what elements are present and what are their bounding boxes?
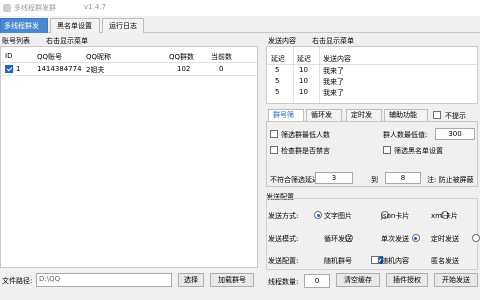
tab-blacklist[interactable]: 黑名单设置 <box>50 18 100 33</box>
style-timed-label: 定时发送 <box>431 235 459 243</box>
col-id: ID <box>5 52 13 60</box>
delay-from-input[interactable]: 3 <box>315 172 353 184</box>
col-delay-1: 延迟 <box>271 55 285 63</box>
choose-button[interactable]: 选择 <box>178 273 204 287</box>
thread-count-label: 线程数量: <box>268 278 299 286</box>
tab-log[interactable]: 运行日志 <box>102 18 144 33</box>
filter-panel: 筛选群最低人数 群人数最低值: 300 检查群是否禁言 筛选黑名单设置 不符合筛… <box>266 121 478 187</box>
blacklist-label: 筛选黑名单设置 <box>394 147 443 155</box>
tab-group-filter[interactable]: 群号筛选 <box>268 109 304 130</box>
no-tip-checkbox[interactable] <box>433 111 441 119</box>
row-delay-min: 5 <box>275 66 280 74</box>
col-groups: QQ群数 <box>169 53 195 61</box>
send-content-table[interactable]: 延迟 延迟 发送内容 5 10 我来了 5 10 我来了 5 10 我来了 <box>266 46 478 104</box>
row-id: 1 <box>16 65 21 73</box>
row-text: 我来了 <box>323 78 344 86</box>
anonymous-label: 匿名发送 <box>431 257 459 265</box>
send-style-label: 发送模式: <box>268 235 299 243</box>
list-item[interactable]: 5 10 我来了 <box>267 76 477 87</box>
row-qq: 1414384774 <box>37 65 82 73</box>
mode-xml-label: xml卡片 <box>431 212 458 220</box>
window-title: 多线程群发群 <box>14 4 56 12</box>
list-item[interactable]: 5 10 我来了 <box>267 87 477 98</box>
send-content-label: 发送内容 <box>268 37 296 45</box>
load-groups-button[interactable]: 加载群号 <box>210 273 254 287</box>
check-banned-checkbox[interactable] <box>270 146 278 154</box>
style-single-label: 单次发送 <box>381 235 409 243</box>
min-members-value-label: 群人数最低值: <box>383 131 428 139</box>
account-list-label: 账号列表 <box>2 37 30 45</box>
no-tip-label: 不提示 <box>445 112 466 120</box>
start-send-button[interactable]: 开始发送 <box>434 273 478 287</box>
style-single-radio[interactable] <box>411 234 420 242</box>
path-input[interactable]: D:\QQ <box>36 273 172 287</box>
thread-count-input[interactable]: 0 <box>304 274 330 288</box>
row-current: 0 <box>219 65 224 73</box>
account-list-hint: 右击显示菜单 <box>46 37 88 45</box>
random-content-checkbox[interactable] <box>371 256 379 264</box>
row-delay-min: 5 <box>275 88 280 96</box>
row-delay-max: 10 <box>299 77 308 85</box>
app-icon <box>3 4 11 12</box>
send-mode-label: 发送方式: <box>268 212 299 220</box>
delay-to-input[interactable]: 8 <box>385 172 421 184</box>
row-text: 我来了 <box>323 67 344 75</box>
style-timed-radio[interactable] <box>472 234 480 242</box>
delay-to-label: 到 <box>371 176 378 184</box>
row-delay-max: 10 <box>299 66 308 74</box>
min-members-input[interactable]: 300 <box>435 128 475 140</box>
tab-timed-send[interactable]: 定时发送 <box>346 109 382 130</box>
plugin-auth-button[interactable]: 插件授权 <box>386 273 428 287</box>
row-delay-min: 5 <box>275 77 280 85</box>
send-content-hint: 右击显示菜单 <box>312 37 354 45</box>
col-delay-2: 延迟 <box>297 55 311 63</box>
table-row[interactable]: 1 1414384774 2姐夫 102 0 <box>1 63 257 75</box>
row-groups: 102 <box>177 65 191 73</box>
filter-note: 注: 防止被屏蔽 <box>427 176 474 184</box>
col-qq: QQ账号 <box>37 53 63 61</box>
version-label: v1.4.7 <box>84 3 106 11</box>
check-banned-label: 检查群是否禁言 <box>281 147 330 155</box>
min-members-checkbox[interactable] <box>270 130 278 138</box>
send-setting-label: 发送配置: <box>268 257 299 265</box>
style-loop-label: 循环发送 <box>324 235 352 243</box>
blacklist-checkbox[interactable] <box>383 146 391 154</box>
clear-cache-button[interactable]: 清空缓存 <box>336 273 380 287</box>
tab-assist[interactable]: 辅助功能 <box>384 109 428 121</box>
row-nick: 2姐夫 <box>86 66 105 74</box>
title-bar <box>0 0 480 16</box>
random-content-label: 随机内容 <box>381 257 409 265</box>
mode-json-label: json卡片 <box>381 212 410 220</box>
row-delay-max: 10 <box>299 88 308 96</box>
account-table[interactable]: ID QQ账号 QQ昵称 QQ群数 当前数 1 1414384774 2姐夫 1… <box>0 46 258 268</box>
row-checkbox[interactable] <box>5 65 13 73</box>
col-content: 发送内容 <box>323 55 351 63</box>
mode-text-image-radio[interactable] <box>314 211 322 219</box>
min-members-label: 筛选群最低人数 <box>281 131 330 139</box>
list-item[interactable]: 5 10 我来了 <box>267 65 477 76</box>
col-current: 当前数 <box>211 53 232 61</box>
row-text: 我来了 <box>323 89 344 97</box>
tab-loop-send[interactable]: 循环发送 <box>306 109 342 130</box>
tab-mass-send[interactable]: 多线程群发群 <box>0 18 48 44</box>
path-label: 文件路径: <box>2 277 33 285</box>
filter-delay-label: 不符合筛选延迟: <box>270 176 322 184</box>
mode-text-image-label: 文字图片 <box>324 212 352 220</box>
random-group-label: 随机群号 <box>324 257 352 265</box>
col-nick: QQ昵称 <box>86 53 112 61</box>
